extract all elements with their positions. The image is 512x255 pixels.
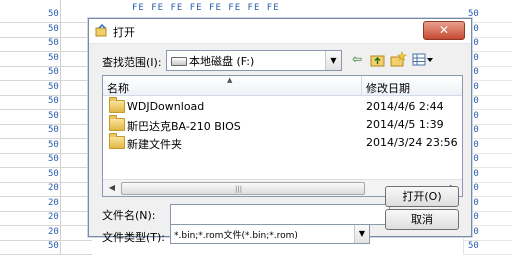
file-type-label: 文件类型(T): — [102, 231, 166, 244]
spreadsheet-row: 50 — [0, 66, 92, 81]
spreadsheet-row: 50 — [0, 153, 92, 168]
spreadsheet-row: 50 — [0, 240, 92, 255]
drive-icon — [171, 57, 187, 66]
close-button[interactable]: ✕ — [423, 21, 465, 40]
column-divider[interactable] — [361, 76, 362, 95]
file-date: 2014/3/24 23:56 — [366, 136, 458, 149]
background-spreadsheet: 50 50 50 50 50 50 50 50 50 50 50 50 20 20 20 20 50 — [0, 0, 92, 255]
spreadsheet-cell: 50 — [468, 241, 479, 251]
spreadsheet-cell: 50 — [48, 52, 59, 63]
column-header-name[interactable]: 名称 — [107, 80, 129, 96]
spreadsheet-cell: 20 — [48, 212, 59, 222]
spreadsheet-row: 50 — [464, 240, 512, 255]
dialog-title: 打开 — [113, 26, 135, 39]
spreadsheet-cell: 50 — [48, 38, 59, 48]
file-name-label: 文件名(N): — [102, 209, 156, 222]
back-icon[interactable]: ⇦ — [348, 51, 366, 68]
spreadsheet-row: 50 — [0, 95, 92, 110]
spreadsheet-cell: 20 — [48, 183, 59, 193]
chevron-down-icon[interactable]: ▼ — [354, 225, 369, 243]
look-in-dropdown[interactable]: 本地磁盘 (F:) ▼ — [166, 50, 342, 71]
look-in-label: 查找范围(I): — [102, 56, 162, 69]
file-name: 斯巴达克BA-210 BIOS — [127, 120, 241, 133]
spreadsheet-cell: 50 — [48, 168, 59, 179]
spreadsheet-row: 50 — [0, 23, 92, 38]
list-header: 名称 ▲ 修改日期 — [103, 76, 462, 96]
sort-ascending-icon: ▲ — [227, 76, 233, 84]
new-folder-icon[interactable] — [389, 51, 407, 68]
file-type-value: *.bin;*.rom文件(*.bin;*.rom) — [174, 231, 298, 241]
list-item[interactable]: WDJDownload 2014/4/6 2:44 — [103, 97, 462, 115]
folder-icon — [109, 97, 125, 113]
spreadsheet-row: 20 — [0, 197, 92, 212]
spreadsheet-cell: 50 — [48, 154, 59, 164]
file-name: 新建文件夹 — [127, 138, 182, 151]
spreadsheet-cell: 50 — [48, 125, 59, 135]
spreadsheet-cell: 50 — [48, 96, 59, 106]
up-folder-icon[interactable] — [369, 51, 387, 68]
file-type-dropdown[interactable]: *.bin;*.rom文件(*.bin;*.rom) ▼ — [170, 224, 370, 244]
dialog-titlebar: 打开 ✕ — [89, 19, 471, 44]
spreadsheet-row: 50 — [0, 52, 92, 67]
spreadsheet-cell: 20 — [48, 226, 59, 237]
spreadsheet-cell: 50 — [48, 241, 59, 251]
spreadsheet-row: 20 — [0, 226, 92, 241]
spreadsheet-row: 20 — [0, 211, 92, 226]
cancel-button[interactable]: 取消 — [385, 209, 459, 230]
spreadsheet-row: 50 — [0, 81, 92, 96]
spreadsheet-row: 50 — [0, 139, 92, 154]
spreadsheet-row: 20 — [0, 182, 92, 197]
scroll-left-icon[interactable]: ◀ — [105, 182, 119, 194]
chevron-down-icon[interactable]: ▼ — [325, 51, 341, 70]
open-file-dialog: 打开 ✕ 查找范围(I): 本地磁盘 (F:) ▼ ⇦ 名称 ▲ 修改日期 WD… — [88, 18, 472, 244]
folder-icon — [109, 133, 125, 149]
open-folder-icon — [95, 24, 107, 37]
background-header-text: FE FE FE FE FE FE FE FE — [132, 3, 280, 13]
spreadsheet-cell: 50 — [48, 139, 59, 150]
view-menu-icon[interactable] — [411, 51, 435, 68]
spreadsheet-cell: 50 — [48, 81, 59, 92]
grip-icon: ||| — [235, 185, 243, 193]
column-header-date[interactable]: 修改日期 — [366, 80, 410, 96]
file-name-input[interactable] — [170, 204, 390, 225]
spreadsheet-cell: 50 — [48, 23, 59, 34]
spreadsheet-row: 50 — [0, 168, 92, 183]
look-in-value: 本地磁盘 (F:) — [189, 55, 255, 68]
scroll-thumb[interactable]: ||| — [121, 182, 365, 195]
open-button[interactable]: 打开(O) — [385, 186, 459, 207]
background-spreadsheet-top: FE FE FE FE FE FE FE FE — [92, 0, 466, 20]
file-date: 2014/4/5 1:39 — [366, 118, 444, 131]
file-name: WDJDownload — [127, 100, 205, 113]
file-date: 2014/4/6 2:44 — [366, 100, 444, 113]
spreadsheet-row: 50 — [0, 124, 92, 139]
spreadsheet-cell: 50 — [48, 110, 59, 121]
spreadsheet-row: 50 — [0, 37, 92, 52]
file-list[interactable]: 名称 ▲ 修改日期 WDJDownload 2014/4/6 2:44 斯巴达克… — [102, 75, 463, 197]
spreadsheet-cell: 20 — [48, 197, 59, 208]
list-item[interactable]: 新建文件夹 2014/3/24 23:56 — [103, 133, 462, 151]
folder-icon — [109, 115, 125, 131]
spreadsheet-row: 50 — [0, 8, 92, 23]
spreadsheet-row: 50 — [0, 110, 92, 125]
spreadsheet-cell: 50 — [48, 9, 59, 19]
spreadsheet-cell: 50 — [48, 67, 59, 77]
list-item[interactable]: 斯巴达克BA-210 BIOS 2014/4/5 1:39 — [103, 115, 462, 133]
